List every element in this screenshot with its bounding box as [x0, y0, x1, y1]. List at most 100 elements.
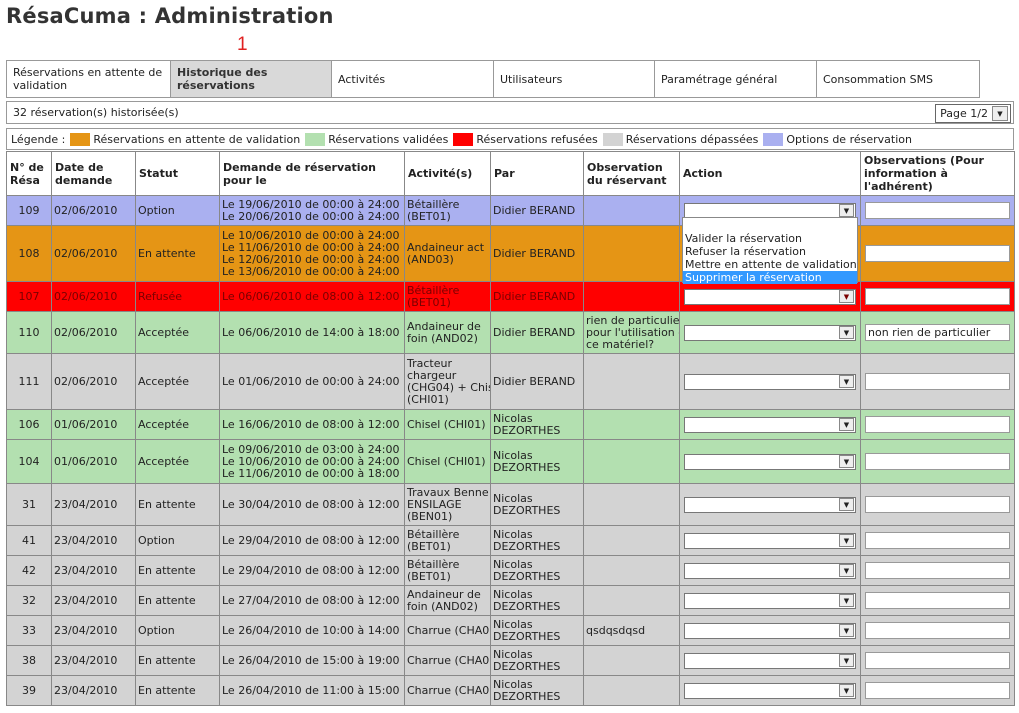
cell-by: Didier BERAND [490, 225, 584, 282]
chevron-down-icon: ▼ [839, 564, 854, 577]
remark-input[interactable] [865, 562, 1010, 579]
remark-input[interactable] [865, 592, 1010, 609]
cell-observation [583, 439, 680, 484]
cell-activity: Bétaillère (BET01) [404, 525, 491, 556]
table-row: 109 02/06/2010 Option Le 19/06/2010 de 00:0… [6, 195, 1015, 226]
remark-input[interactable] [865, 652, 1010, 669]
remark-input[interactable] [865, 373, 1010, 390]
cell-activity: Charrue (CHA02) [404, 675, 491, 706]
remark-input[interactable] [865, 496, 1010, 513]
cell-slots-line: Le 06/06/2010 de 14:00 à 18:00 [222, 325, 400, 339]
cell-slots-line: Le 26/04/2010 de 10:00 à 14:00 [222, 623, 400, 637]
action-select[interactable]: ▼ [684, 562, 856, 579]
cell-activity: Chisel (CHI01) [404, 439, 491, 484]
action-select[interactable]: ▼ [684, 416, 856, 433]
action-option-refuse[interactable]: Refuser la réservation [683, 245, 857, 258]
col-header-action: Action [679, 151, 861, 196]
tab-activities[interactable]: Activités [332, 61, 494, 97]
cell-observation-line: ce matériel? [586, 337, 655, 351]
cell-by-line: Didier BERAND [493, 203, 576, 217]
cell-activity: Andaineur de foin (AND02) [404, 585, 491, 616]
cell-activity-line: Bétaillère [407, 527, 460, 541]
cell-number: 107 [6, 281, 52, 312]
cell-by-line: Nicolas [493, 411, 533, 425]
cell-number: 31 [6, 483, 52, 526]
cell-by-line: DEZORTHES [493, 539, 561, 553]
cell-status: En attente [135, 585, 220, 616]
action-option-pending[interactable]: Mettre en attente de validation [683, 258, 857, 271]
action-select[interactable]: ▼ [684, 622, 856, 639]
col-header-observations: Observations (Pour information à l'adhér… [860, 151, 1015, 196]
cell-observation [583, 483, 680, 526]
action-select[interactable]: ▼ [684, 592, 856, 609]
action-select[interactable]: ▼ [684, 496, 856, 513]
cell-date: 23/04/2010 [51, 585, 136, 616]
cell-remark [860, 483, 1015, 526]
chevron-down-icon: ▼ [839, 534, 854, 547]
action-select[interactable]: ▼ [684, 652, 856, 669]
cell-number: 41 [6, 525, 52, 556]
cell-remark [860, 225, 1015, 282]
cell-activity-line: (AND03) [407, 252, 454, 266]
tab-general-settings[interactable]: Paramétrage général [655, 61, 817, 97]
cell-activity-line: Chisel (CHI01) [407, 454, 486, 468]
legend-swatch-option [763, 132, 784, 146]
remark-input[interactable] [865, 453, 1010, 470]
action-select[interactable]: ▼ [684, 324, 856, 341]
table-row: 42 23/04/2010 En attente Le 29/04/2010 de 0… [6, 555, 1015, 586]
table-header-row: N° de Résa Date de demande Statut Demand… [6, 151, 1015, 196]
cell-status: En attente [135, 225, 220, 282]
tab-sms-consumption[interactable]: Consommation SMS [817, 61, 979, 97]
cell-slots-line: Le 11/06/2010 de 00:00 à 24:00 [222, 240, 400, 254]
cell-slots: Le 27/04/2010 de 08:00 à 12:00 [219, 585, 405, 616]
page-select[interactable]: Page 1/2 ▼ [935, 104, 1011, 123]
remark-input[interactable] [865, 202, 1010, 219]
cell-observation-line: qsdqsdqsd [586, 623, 646, 637]
cell-by-line: DEZORTHES [493, 460, 561, 474]
remark-input[interactable] [865, 288, 1010, 305]
action-select[interactable]: ▼ [684, 532, 856, 549]
cell-activity: Bétaillère (BET01) [404, 555, 491, 586]
cell-by-line: Nicolas [493, 448, 533, 462]
cell-by: Nicolas DEZORTHES [490, 483, 584, 526]
cell-activity-line: (BET01) [407, 539, 451, 553]
remark-input[interactable]: non rien de particulier [865, 324, 1010, 341]
tab-reservation-history[interactable]: Historique des réservations [171, 61, 332, 97]
cell-by: Nicolas DEZORTHES [490, 525, 584, 556]
legend-swatch-refused [453, 132, 474, 146]
remark-input[interactable] [865, 532, 1010, 549]
cell-activity-line: Charrue (CHA02) [407, 653, 490, 667]
cell-date: 23/04/2010 [51, 645, 136, 676]
remark-input[interactable] [865, 622, 1010, 639]
cell-activity: Charrue (CHA02) [404, 615, 491, 646]
remark-input[interactable] [865, 416, 1010, 433]
cell-activity-line: (BET01) [407, 295, 451, 309]
action-select[interactable]: ▼ [684, 288, 856, 305]
remark-input[interactable] [865, 245, 1010, 262]
cell-status: Option [135, 195, 220, 226]
cell-by: Nicolas DEZORTHES [490, 585, 584, 616]
action-select[interactable]: ▼ [684, 682, 856, 699]
action-select[interactable]: ▼ [684, 373, 856, 390]
col-header-number: N° de Résa [6, 151, 52, 196]
action-dropdown-menu: Valider la réservation Refuser la réserv… [682, 217, 858, 284]
action-option-delete[interactable]: Supprimer la réservation [683, 271, 857, 284]
cell-activity-line: foin (AND02) [407, 599, 478, 613]
cell-slots: Le 09/06/2010 de 03:00 à 24:00 Le 10/06/2… [219, 439, 405, 484]
cell-activity: Bétaillère (BET01) [404, 281, 491, 312]
action-select[interactable]: ▼ [684, 453, 856, 470]
action-option-validate[interactable]: Valider la réservation [683, 232, 857, 245]
cell-slots-line: Le 29/04/2010 de 08:00 à 12:00 [222, 533, 400, 547]
remark-input[interactable] [865, 682, 1010, 699]
cell-observation [583, 675, 680, 706]
tab-users[interactable]: Utilisateurs [494, 61, 655, 97]
cell-date: 01/06/2010 [51, 409, 136, 440]
cell-activity-line: Andaineur act [407, 240, 485, 254]
table-row: 110 02/06/2010 Acceptée Le 06/06/2010 de 14… [6, 311, 1015, 354]
cell-slots: Le 30/04/2010 de 08:00 à 12:00 [219, 483, 405, 526]
cell-number: 109 [6, 195, 52, 226]
chevron-down-icon: ▼ [839, 594, 854, 607]
cell-action: ▼ [679, 525, 861, 556]
cell-status: En attente [135, 645, 220, 676]
tab-pending-reservations[interactable]: Réservations en attente de validation [7, 61, 171, 97]
